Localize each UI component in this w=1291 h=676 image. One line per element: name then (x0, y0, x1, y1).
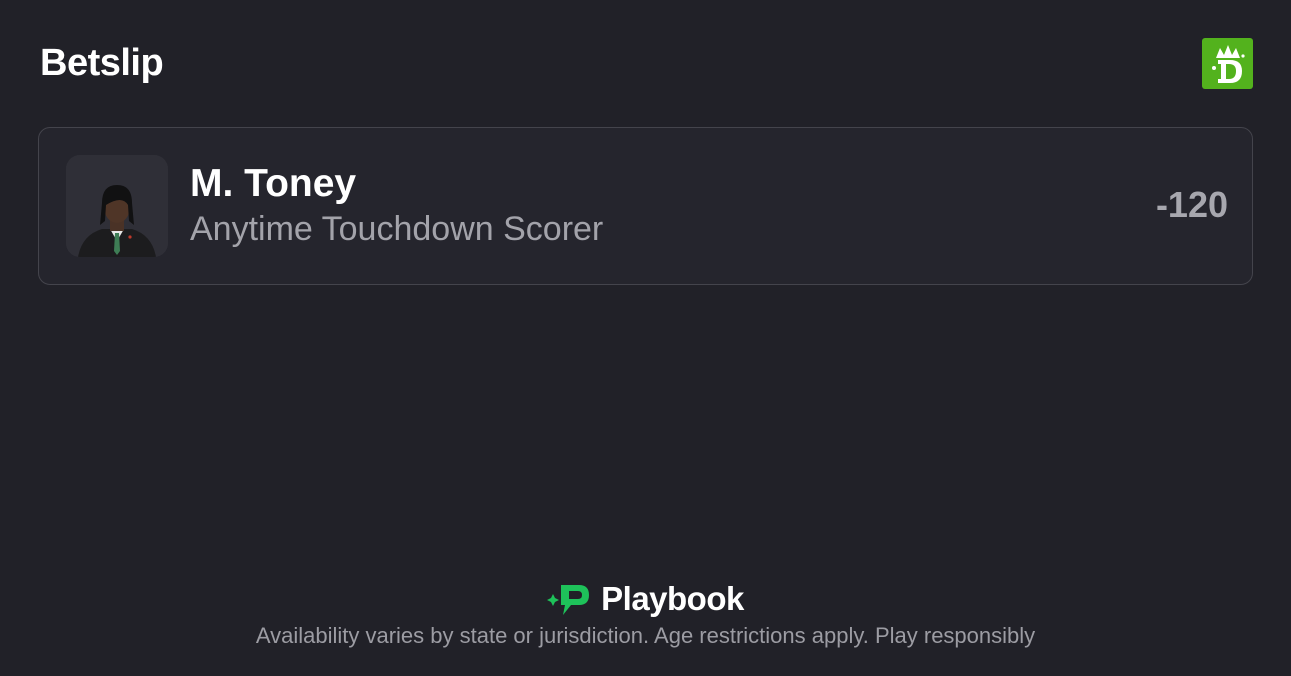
odds-value: -120 (1155, 184, 1228, 225)
playbook-sparkle-p-icon (547, 585, 590, 615)
disclaimer-text: Availability varies by state or jurisdic… (255, 623, 1036, 648)
betslip-title: Betslip (40, 42, 164, 84)
bet-card[interactable]: M. Toney Anytime Touchdown Scorer -120 (38, 127, 1253, 285)
player-name: M. Toney (190, 162, 357, 205)
market-name: Anytime Touchdown Scorer (190, 210, 604, 248)
player-photo (66, 155, 168, 257)
playbook-logo[interactable]: Playbook (547, 578, 744, 620)
draftkings-logo-icon[interactable] (1202, 38, 1253, 89)
footer: Playbook Availability varies by state or… (0, 578, 1291, 650)
playbook-logo-text: Playbook (601, 580, 744, 617)
